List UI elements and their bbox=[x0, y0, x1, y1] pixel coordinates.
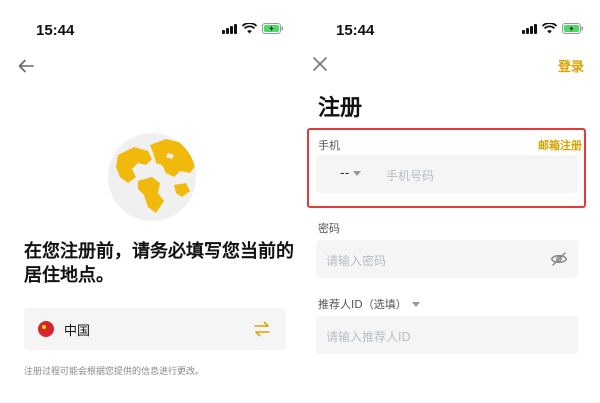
china-flag-icon bbox=[38, 321, 54, 337]
referrer-input[interactable]: 请输入推荐人ID bbox=[326, 328, 411, 345]
wifi-icon bbox=[541, 23, 557, 34]
chevron-down-icon bbox=[353, 171, 362, 176]
status-time: 15:44 bbox=[336, 22, 375, 39]
signal-icon bbox=[222, 23, 237, 34]
country-code-value: -- bbox=[340, 166, 350, 181]
status-bar: 15:44 bbox=[300, 0, 600, 44]
swap-arrows-icon[interactable] bbox=[252, 319, 272, 339]
battery-charging-icon bbox=[261, 23, 284, 34]
country-name: 中国 bbox=[64, 324, 91, 339]
globe-illustration bbox=[108, 133, 196, 221]
referrer-label-text: 推荐人ID（选填） bbox=[318, 298, 407, 311]
password-field[interactable]: 请输入密码 bbox=[316, 240, 578, 278]
referrer-field[interactable]: 请输入推荐人ID bbox=[316, 316, 578, 354]
eye-off-icon[interactable] bbox=[550, 251, 568, 267]
page-title: 注册 bbox=[318, 96, 363, 121]
back-arrow-icon[interactable] bbox=[16, 56, 36, 76]
status-icons bbox=[522, 23, 584, 34]
close-icon[interactable] bbox=[310, 54, 330, 74]
status-time: 15:44 bbox=[36, 22, 75, 39]
signal-icon bbox=[522, 23, 537, 34]
country-code-selector[interactable]: -- bbox=[340, 166, 362, 181]
country-selector[interactable]: 中国 bbox=[24, 308, 286, 350]
status-icons bbox=[222, 23, 284, 34]
wifi-icon bbox=[241, 23, 257, 34]
chevron-down-icon bbox=[411, 301, 420, 307]
login-link[interactable]: 登录 bbox=[558, 56, 584, 75]
residence-headline: 在您注册前，请务必填写您当前的居住地点。 bbox=[24, 241, 294, 286]
phone-label: 手机 bbox=[318, 139, 340, 152]
battery-charging-icon bbox=[561, 23, 584, 34]
phone-input[interactable]: 手机号码 bbox=[386, 167, 434, 184]
phone-input-row: -- 手机号码 bbox=[316, 155, 578, 193]
email-register-link[interactable]: 邮箱注册 bbox=[538, 137, 582, 153]
register-screen: 15:44 登录 注册 手机 邮箱注册 -- 手机号码 密码 请输入密码 推荐人… bbox=[300, 0, 600, 403]
footnote: 注册过程可能会根据您提供的信息进行更改。 bbox=[24, 367, 205, 377]
status-bar: 15:44 bbox=[0, 0, 300, 44]
password-input[interactable]: 请输入密码 bbox=[326, 252, 386, 269]
residence-screen: 15:44 在您注册前，请务必填写您当前的居住地点。 中国 注册过程可能会根据您… bbox=[0, 0, 300, 403]
referrer-label[interactable]: 推荐人ID（选填） bbox=[318, 296, 420, 312]
password-label: 密码 bbox=[318, 222, 340, 235]
